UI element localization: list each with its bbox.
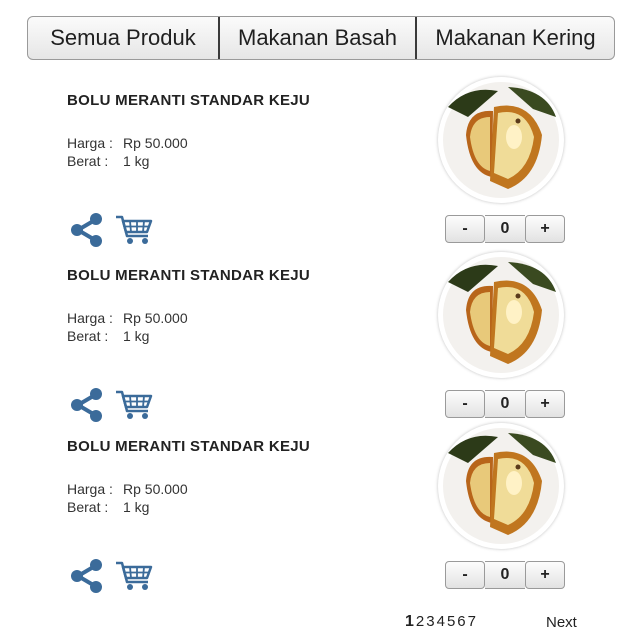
product-info: Harga : Rp 50.000 Berat : 1 kg xyxy=(67,134,188,170)
quantity-value[interactable]: 0 xyxy=(485,390,525,418)
cart-icon[interactable] xyxy=(115,560,153,592)
product-title: BOLU MERANTI STANDAR KEJU xyxy=(67,438,311,455)
increment-button[interactable]: + xyxy=(525,390,565,418)
page-link-1[interactable]: 1 xyxy=(405,613,414,631)
price-value: Rp 50.000 xyxy=(123,310,188,326)
weight-label: Berat : xyxy=(67,499,109,515)
weight-label: Berat : xyxy=(67,328,109,344)
page-link-5[interactable]: 5 xyxy=(447,613,455,631)
price-value: Rp 50.000 xyxy=(123,481,188,497)
price-label: Harga : xyxy=(67,310,113,326)
product-info: Harga : Rp 50.000 Berat : 1 kg xyxy=(67,309,188,345)
page-link-3[interactable]: 3 xyxy=(426,613,434,631)
price-label: Harga : xyxy=(67,481,113,497)
quantity-value[interactable]: 0 xyxy=(485,215,525,243)
quantity-stepper: - 0 + xyxy=(445,561,565,589)
category-tabs: Semua Produk Makanan Basah Makanan Kerin… xyxy=(27,16,615,60)
increment-button[interactable]: + xyxy=(525,561,565,589)
decrement-button[interactable]: - xyxy=(445,390,485,418)
product-image xyxy=(438,77,564,203)
product-card: BOLU MERANTI STANDAR KEJU Harga : Rp 50.0… xyxy=(0,423,640,608)
price-value: Rp 50.000 xyxy=(123,135,188,151)
page-link-4[interactable]: 4 xyxy=(437,613,445,631)
tab-makanan-kering[interactable]: Makanan Kering xyxy=(415,17,614,59)
weight-value: 1 kg xyxy=(123,499,150,515)
product-card: BOLU MERANTI STANDAR KEJU Harga : Rp 50.0… xyxy=(0,252,640,437)
page-link-6[interactable]: 6 xyxy=(457,613,465,631)
increment-button[interactable]: + xyxy=(525,215,565,243)
product-title: BOLU MERANTI STANDAR KEJU xyxy=(67,267,311,284)
product-actions xyxy=(69,213,153,247)
page-link-2[interactable]: 2 xyxy=(416,613,424,631)
cart-icon[interactable] xyxy=(115,389,153,421)
tab-makanan-basah[interactable]: Makanan Basah xyxy=(218,17,415,59)
product-card: BOLU MERANTI STANDAR KEJU Harga : Rp 50.0… xyxy=(0,77,640,262)
share-icon[interactable] xyxy=(69,388,103,422)
weight-value: 1 kg xyxy=(123,153,150,169)
product-image xyxy=(438,252,564,378)
product-actions xyxy=(69,559,153,593)
quantity-value[interactable]: 0 xyxy=(485,561,525,589)
product-actions xyxy=(69,388,153,422)
decrement-button[interactable]: - xyxy=(445,215,485,243)
pagination: 1 2 3 4 5 6 7 xyxy=(405,613,476,631)
quantity-stepper: - 0 + xyxy=(445,390,565,418)
decrement-button[interactable]: - xyxy=(445,561,485,589)
product-title: BOLU MERANTI STANDAR KEJU xyxy=(67,92,311,109)
weight-label: Berat : xyxy=(67,153,109,169)
cart-icon[interactable] xyxy=(115,214,153,246)
quantity-stepper: - 0 + xyxy=(445,215,565,243)
price-label: Harga : xyxy=(67,135,113,151)
page-link-7[interactable]: 7 xyxy=(468,613,476,631)
product-image xyxy=(438,423,564,549)
share-icon[interactable] xyxy=(69,559,103,593)
weight-value: 1 kg xyxy=(123,328,150,344)
share-icon[interactable] xyxy=(69,213,103,247)
product-info: Harga : Rp 50.000 Berat : 1 kg xyxy=(67,480,188,516)
tab-semua-produk[interactable]: Semua Produk xyxy=(28,17,218,59)
next-page-link[interactable]: Next xyxy=(546,614,577,631)
